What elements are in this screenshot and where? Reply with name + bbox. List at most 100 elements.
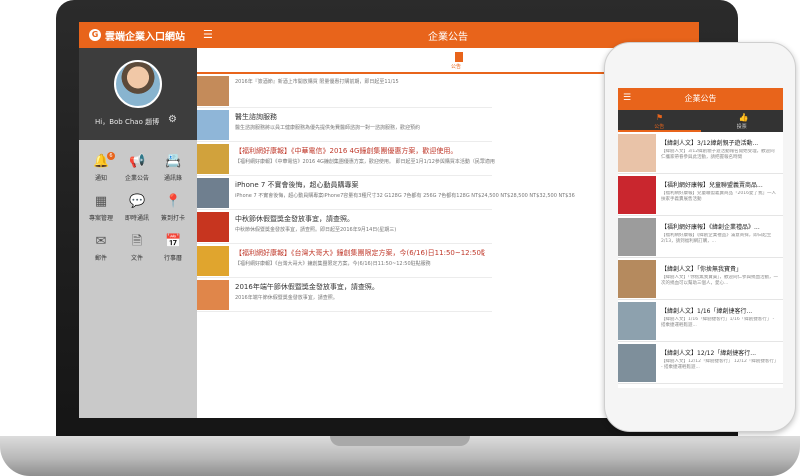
item-title: 【福利網好康報】《台灣大哥大》鐘創集團限定方案，今(6/16)日11:50~12… [235,249,485,257]
sidebar-item-1[interactable]: 📢 企業公告 [119,154,155,182]
item-title: 【緯創人文】1/16「緯創捷客行... [661,308,753,315]
item-summary: 【緯創人文】12/12「緯創捷客行」 12/12「緯創捷客行」 - 搭乘捷運輕鬆… [661,359,779,370]
megaphone-icon: 📢 [129,154,145,170]
thumbnail [197,76,229,106]
flag-icon [455,52,463,62]
notification-badge: 6 [107,152,115,160]
sidebar-item-label: 簽到打卡 [160,215,185,222]
list-item[interactable]: iPhone 7 不實會後悔，超心動員購專案 iPhone 7 不實會後悔，超心動… [197,176,575,210]
phone-tab-bar: ⚑ 公告 👍 投票 [618,110,783,132]
sidebar-item-label: 文件 [130,255,143,262]
list-item[interactable]: 【福利網好康報】《台灣大哥大》鐘創集團限定方案，今(6/16)日11:50~12… [197,244,492,278]
sidebar-item-label: 行事曆 [163,255,182,262]
icon-glyph: ✉ [95,234,107,249]
sidebar: G 雲端企業入口網站 Hi，Bob Chao 趙博 ⚙ 🔔 6 通知 📢 企業公告 📇 通訊… [79,22,197,418]
calendar-icon: 📅 [165,234,181,250]
document-icon: 🗎 [129,234,145,250]
item-title: 醫生諮詢服務 [235,113,277,121]
sidebar-item-5[interactable]: 📍 簽到打卡 [155,194,191,222]
thumbnail [618,302,656,340]
user-greeting: Hi，Bob Chao 趙博 [95,118,160,126]
sidebar-item-6[interactable]: ✉ 郵件 [83,234,119,262]
location-pin-icon: 📍 [165,194,181,210]
thumbnail [197,246,229,276]
item-title: iPhone 7 不實會後悔，超心動員購專案 [235,181,359,189]
bell-icon: 🔔 6 [93,152,115,170]
item-title: 【福利網好康報】《緯創企業禮品》... [661,224,760,231]
list-item[interactable]: 【緯創人文】1/16「緯創捷客行... 【緯創人文】1/16「緯創捷客行」1/16… [618,300,783,342]
sidebar-item-0[interactable]: 🔔 6 通知 [83,152,119,182]
item-title: 【福利網好康報】兒童聯盟義賣商品... [661,182,763,189]
thumbnail [618,134,656,172]
thumbnail [197,280,229,310]
thumbnail [197,178,229,208]
list-item[interactable]: 【福利網好康報】兒童聯盟義賣商品... 【福利網好康報】兒童聯盟義賣商品「2016… [618,174,783,216]
list-item[interactable]: 【福利網好康報】《中華電信》2016 4G鐘創集團優惠方案，歡迎使用。 【福利網好… [197,142,495,176]
list-item[interactable]: 【緯創人文】3/12緯創親子遊活動... 【緯創人文】3/12緯創親子遊活動報名開… [618,132,783,174]
contacts-icon: 📇 [165,154,181,170]
announcement-list: 2016年『簽酒節』新酒上市開放購買 限量優惠打購前期，即日起至11/15 醫生諮… [197,74,575,312]
thumbnail [197,144,229,174]
phone-screen: ☰ 企業公告 ⚑ 公告 👍 投票 【緯創人文】3/12緯創親子遊活動... 【緯創… [618,88,783,388]
sidebar-item-7[interactable]: 🗎 文件 [119,234,155,262]
sidebar-item-8[interactable]: 📅 行事曆 [155,234,191,262]
thumbnail [618,176,656,214]
item-summary: 2016年『簽酒節』新酒上市開放購買 限量優惠打購前期，即日起至11/15 [235,79,399,85]
tab-label: 投票 [736,124,747,130]
sidebar-item-label: 通訊錄 [163,175,182,182]
thumbnail [197,110,229,140]
phone-header-bar: ☰ 企業公告 [618,88,783,110]
sidebar-item-4[interactable]: 💬 即時通訊 [119,194,155,222]
list-item[interactable]: 中秋節休假暨獎金發放事宜，請查照。 中秋節休假暨獎金發放事宜，請查照。即日起至20… [197,210,492,244]
gear-icon[interactable]: ⚙ [168,114,177,125]
sidebar-item-label: 即時通訊 [124,215,149,222]
project-icon: ▦ [93,194,109,210]
item-summary: 醫生諮詢服務將以員工健康服務為優先提供免費醫師諮詢一對一諮詢服務，歡迎預約 [235,125,421,131]
sidebar-item-2[interactable]: 📇 通訊錄 [155,154,191,182]
sidebar-item-label: 郵件 [94,255,107,262]
chat-icon: 💬 [129,194,145,210]
thumbnail [618,344,656,382]
sidebar-item-3[interactable]: ▦ 專案管理 [83,194,119,222]
item-summary: iPhone 7 不實會後悔，超心動員購專案iPhone7容量有3種尺寸32 G… [235,193,575,199]
item-summary: 【福利網好康報】《台灣大哥大》鐘創集團限定方案，今(6/16)日11:50~12… [235,261,431,267]
list-item[interactable]: 醫生諮詢服務醫生諮詢服務將以員工健康服務為優先提供免費醫師諮詢一對一諮詢服務，歡… [197,108,492,142]
tab-announcements[interactable]: ⚑ 公告 [618,110,701,132]
item-title: 【緯創人文】12/12「緯創捷客行... [661,350,757,357]
icon-glyph: 📍 [165,194,182,209]
phone-device: ☰ 企業公告 ⚑ 公告 👍 投票 【緯創人文】3/12緯創親子遊活動... 【緯創… [604,42,796,432]
sidebar-item-label: 企業公告 [124,175,149,182]
list-item[interactable]: 【緯創人文】「你捨無我寶貴」 【緯創人文】「你捨無我寶貴」，歡迎同仁參與捐血活動，… [618,258,783,300]
item-summary: 【福利網好康報】《中華電信》2016 4G鐘創集團優惠方案，歡迎使用。 即日起至… [235,159,495,165]
brand-bar[interactable]: G 雲端企業入口網站 [79,22,197,48]
item-summary: 【緯創人文】1/16「緯創捷客行」1/16「緯創捷客行」 - 搭乘捷運輕鬆遊..… [661,317,775,328]
item-summary: 【福利網好康報】《緯創企業禮品》滿意商採，即日起至2/13，請到福利網訂購，..… [661,233,772,244]
thumbs-up-icon: 👍 [738,113,749,122]
list-item[interactable]: 2016年端午節休假暨獎金發放事宜，請查照。 2016年端午節休假暨獎金發放事宜，… [197,278,492,312]
icon-glyph: ▦ [94,194,108,209]
tab-vote[interactable]: 👍 投票 [701,110,784,132]
laptop-notch [330,436,470,446]
item-title: 2016年端午節休假暨獎金發放事宜，請查照。 [235,283,379,291]
list-item[interactable]: 2016年『簽酒節』新酒上市開放購買 限量優惠打購前期，即日起至11/15 [197,74,492,108]
phone-page-title: 企業公告 [684,94,717,103]
avatar[interactable] [114,60,162,108]
device-mockup-scene: G 雲端企業入口網站 Hi，Bob Chao 趙博 ⚙ 🔔 6 通知 📢 企業公告 📇 通訊… [0,0,800,476]
icon-glyph: 🗎 [131,234,143,249]
list-item[interactable]: 【緯創人文】12/12「緯創捷客行... 【緯創人文】12/12「緯創捷客行」 1… [618,342,783,384]
item-summary: 中秋節休假暨獎金發放事宜，請查照。即日起至2016年9月14日(星期三) [235,227,397,233]
sidebar-item-label: 專案管理 [88,215,113,222]
flag-icon: ⚑ [656,113,664,122]
icon-glyph: 📅 [165,234,182,249]
item-title: 【緯創人文】3/12緯創親子遊活動... [661,140,759,147]
phone-announcement-list: 【緯創人文】3/12緯創親子遊活動... 【緯創人文】3/12緯創親子遊活動報名開… [618,132,783,384]
thumbnail [618,260,656,298]
tab-label: 公告 [654,124,665,130]
list-item[interactable]: 【福利網好康報】《緯創企業禮品》... 【福利網好康報】《緯創企業禮品》滿意商採，… [618,216,783,258]
item-summary: 2016年端午節休假暨獎金發放事宜，請查照。 [235,295,338,301]
icon-glyph: 📢 [129,154,146,169]
thumbnail [197,212,229,242]
brand-name: 雲端企業入口網站 [105,31,185,43]
item-summary: 【福利網好康報】兒童聯盟義賣商品「2016愛了我」一人扶家手義賣展售活動 [661,191,776,202]
item-summary: 【緯創人文】「你捨無我寶貴」，歡迎同仁參與捐血活動，一次的捐血可以幫助三個人，愛… [661,275,778,286]
